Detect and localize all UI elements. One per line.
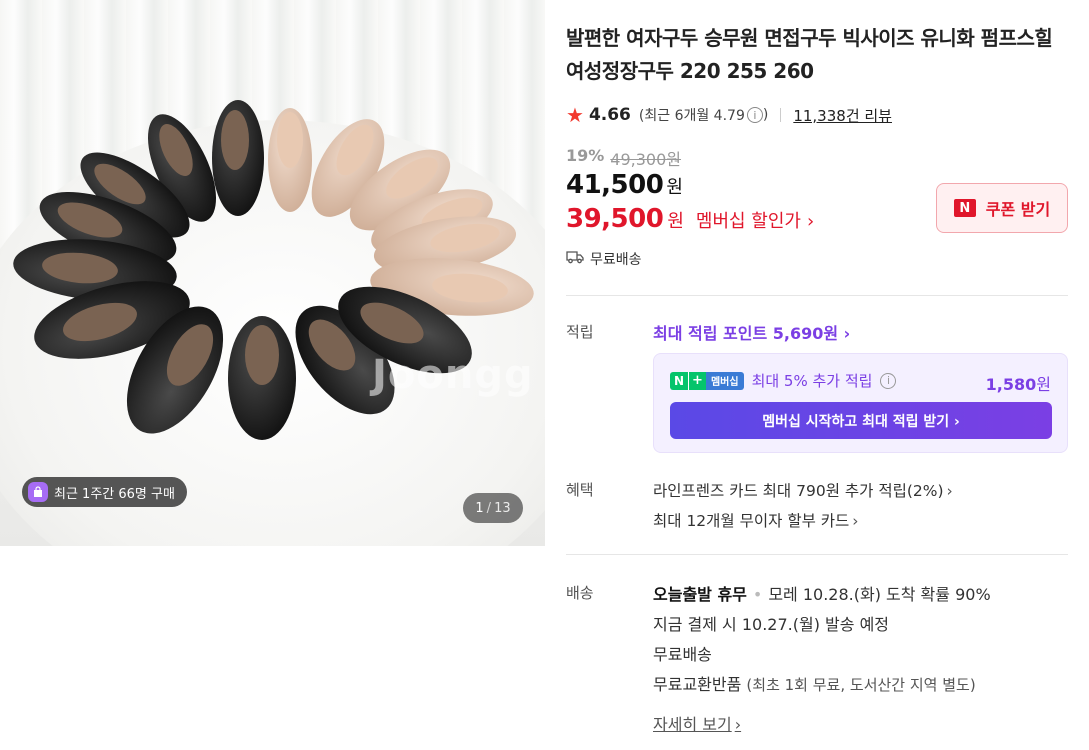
benefits-section-label: 혜택: [566, 481, 594, 499]
delivery-section-label: 배송: [566, 584, 594, 602]
points-section-label: 적립: [566, 323, 594, 341]
page-total: 13: [494, 500, 511, 516]
dispatch-schedule: 지금 결제 시 10.27.(월) 발송 예정: [653, 615, 890, 634]
shopping-bag-icon: [28, 482, 48, 502]
discount-rate: 19%: [566, 146, 605, 165]
delivery-today-row: 오늘출발 휴무 • 모레 10.28.(화) 도착 확률 90%: [653, 581, 991, 605]
image-page-counter: 1 / 13: [463, 493, 523, 523]
watermark-text: Joongg: [372, 352, 534, 398]
product-title: 발편한 여자구두 승무원 면접구두 빅사이즈 유니화 펌프스힐 여성정장구두 2…: [566, 26, 1053, 83]
membership-amount-value: 1,580: [985, 375, 1037, 394]
info-icon[interactable]: i: [880, 372, 897, 389]
chevron-right-icon: ›: [838, 324, 851, 343]
section-divider: [566, 295, 1068, 296]
chevron-right-icon: ›: [734, 715, 742, 734]
delivery-details-link[interactable]: 자세히 보기 ›: [653, 711, 741, 735]
naver-n-icon: N: [953, 199, 976, 217]
free-exchange-row: 무료교환반품 (최초 1회 무료, 도서산간 지역 별도): [653, 671, 976, 695]
membership-points-box: N + 멤버십 최대 5% 추가 적립 i 1,580원 멤버십 시작하고 최대…: [653, 353, 1068, 453]
review-count-link[interactable]: 11,338건 리뷰: [793, 105, 892, 126]
details-link-text: 자세히 보기: [653, 715, 732, 734]
sale-price-value: 41,500: [566, 170, 664, 200]
truck-icon: [566, 250, 584, 268]
naver-plus-membership-logo: N + 멤버십: [670, 371, 744, 390]
chevron-right-icon: ›: [852, 512, 859, 530]
start-membership-button[interactable]: 멤버십 시작하고 최대 적립 받기 ›: [670, 402, 1052, 439]
membership-amount-unit: 원: [1036, 375, 1051, 394]
today-dispatch-status: 오늘출발 휴무: [653, 585, 747, 604]
sale-price: 41,500 원: [566, 170, 683, 200]
sale-price-currency: 원: [666, 177, 683, 198]
membership-extra-text: 최대 5% 추가 적립: [751, 372, 873, 390]
divider: [780, 108, 782, 122]
rating-score: 4.66: [588, 105, 631, 125]
free-delivery-text: 무료배송: [653, 645, 712, 664]
arrival-estimate: 모레 10.28.(화) 도착 확률 90%: [768, 585, 991, 604]
free-exchange-text: 무료교환반품: [653, 675, 742, 694]
black-shoe: [212, 100, 264, 216]
membership-price[interactable]: 39,500 원 멤버십 할인가 ›: [566, 204, 814, 234]
page-current: 1: [475, 500, 484, 516]
recent-rating-close: ): [762, 107, 769, 123]
benefit-text: 최대 12개월 무이자 할부 카드: [653, 512, 850, 530]
shipping-summary: 무료배송: [566, 249, 642, 269]
product-photo-shoes: [13, 100, 534, 440]
benefit-card-points[interactable]: 라인프렌즈 카드 최대 790원 추가 적립(2%) ›: [653, 479, 953, 501]
separator-dot: •: [752, 585, 763, 604]
logo-plus: +: [688, 371, 706, 390]
chevron-right-icon: ›: [946, 482, 953, 500]
original-price: 49,300원: [610, 150, 682, 169]
membership-points-amount: 1,580원: [986, 371, 1051, 395]
free-exchange-note: (최초 1회 무료, 도서산간 지역 별도): [746, 676, 976, 694]
info-icon[interactable]: i: [746, 107, 763, 123]
nude-shoe: [268, 108, 312, 212]
star-icon: ★: [566, 103, 584, 127]
max-points-text: 최대 적립 포인트 5,690원: [653, 324, 839, 343]
coupon-button-label: 쿠폰 받기: [985, 200, 1051, 219]
recent-purchase-badge: 최근 1주간 66명 구매: [22, 477, 187, 507]
benefit-installment[interactable]: 최대 12개월 무이자 할부 카드 ›: [653, 509, 859, 531]
page-separator: /: [486, 500, 492, 516]
membership-extra-row: N + 멤버십 최대 5% 추가 적립 i: [670, 370, 897, 391]
black-shoe: [228, 316, 296, 440]
discount-row: 19% 49,300원: [566, 146, 681, 170]
recent-purchase-text: 최근 1주간 66명 구매: [54, 486, 175, 502]
recent-rating: (최근 6개월 4.79: [638, 108, 745, 124]
logo-membership: 멤버십: [705, 371, 744, 390]
membership-price-value: 39,500: [566, 204, 664, 234]
chevron-right-icon: ›: [807, 211, 815, 232]
product-image-gallery[interactable]: Joongg 최근 1주간 66명 구매 1 / 13: [0, 0, 545, 546]
rating-row: ★ 4.66 (최근 6개월 4.79 i ) 11,338건 리뷰: [566, 103, 892, 127]
logo-n: N: [670, 371, 689, 390]
membership-price-label[interactable]: 멤버십 할인가: [696, 207, 801, 233]
membership-price-currency: 원: [667, 211, 684, 232]
free-shipping-text: 무료배송: [590, 252, 642, 268]
section-divider: [566, 554, 1068, 555]
max-points-link[interactable]: 최대 적립 포인트 5,690원 ›: [653, 320, 850, 344]
coupon-button[interactable]: N 쿠폰 받기: [936, 183, 1068, 233]
benefit-text: 라인프렌즈 카드 최대 790원 추가 적립(2%): [653, 482, 944, 500]
